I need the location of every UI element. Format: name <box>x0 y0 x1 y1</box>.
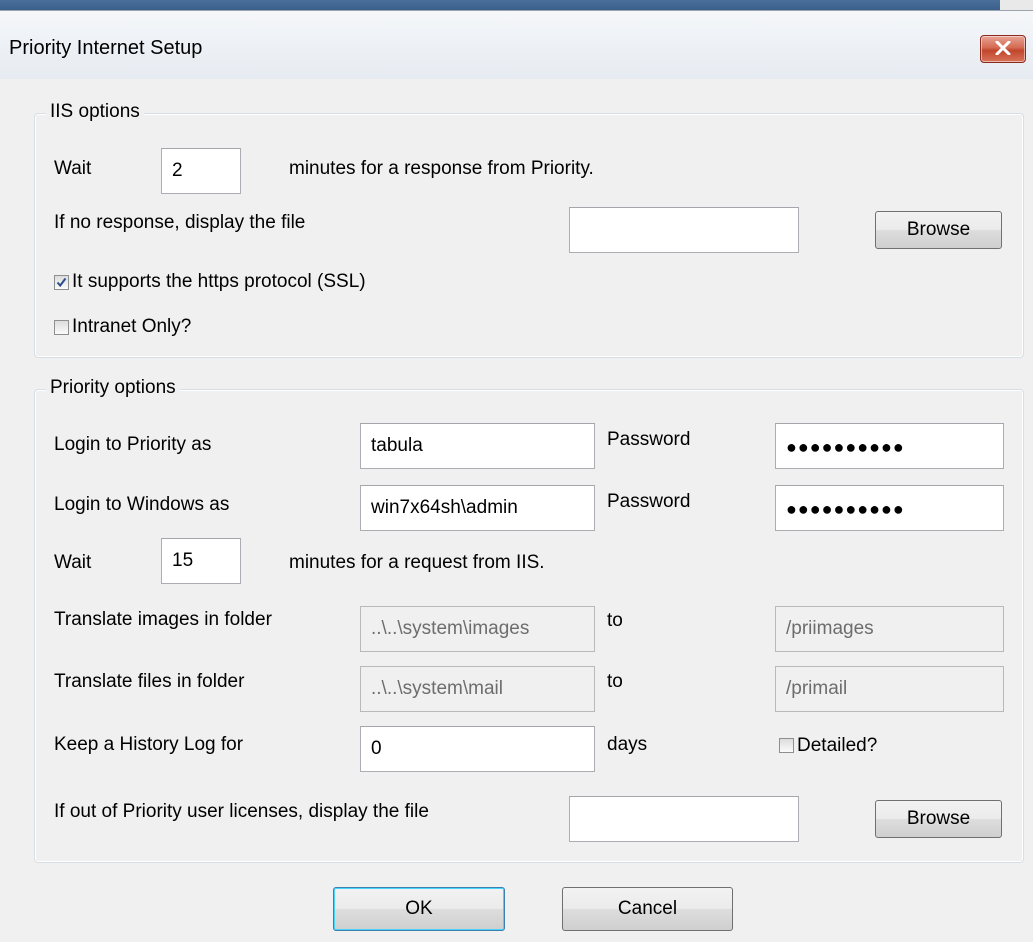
no-response-file-input[interactable] <box>569 207 799 253</box>
detailed-label: Detailed? <box>797 735 878 756</box>
history-label: Keep a History Log for <box>54 734 244 755</box>
password-label-1: Password <box>607 429 691 450</box>
top-strip <box>0 0 1033 11</box>
close-icon <box>995 41 1011 55</box>
iis-wait-input[interactable]: 2 <box>161 148 241 194</box>
login-priority-input[interactable]: tabula <box>360 423 595 469</box>
iis-browse-button[interactable]: Browse <box>875 211 1002 249</box>
title-bar: Priority Internet Setup <box>0 11 1033 79</box>
iis-options-legend: IIS options <box>46 101 144 123</box>
priority-wait-input[interactable]: 15 <box>161 538 241 584</box>
windows-password-input[interactable]: ●●●●●●●●●● <box>775 485 1004 531</box>
priority-wait-suffix: minutes for a request from IIS. <box>289 552 545 573</box>
intranet-label: Intranet Only? <box>72 316 192 337</box>
priority-password-input[interactable]: ●●●●●●●●●● <box>775 423 1004 469</box>
cancel-button[interactable]: Cancel <box>562 887 733 931</box>
no-response-label: If no response, display the file <box>54 212 306 233</box>
checkmark-icon <box>56 277 67 288</box>
images-to-input[interactable]: /priimages <box>775 606 1004 652</box>
close-button[interactable] <box>980 35 1026 63</box>
licenses-file-input[interactable] <box>569 796 799 842</box>
priority-browse-button[interactable]: Browse <box>875 800 1002 838</box>
login-priority-label: Login to Priority as <box>54 434 212 455</box>
images-from-input[interactable]: ..\..\system\images <box>360 606 595 652</box>
priority-wait-label: Wait <box>54 552 92 573</box>
https-checkbox[interactable] <box>54 275 69 290</box>
password-label-2: Password <box>607 491 691 512</box>
files-to-label: to <box>607 671 623 692</box>
files-label: Translate files in folder <box>54 671 245 692</box>
detailed-checkbox[interactable] <box>779 738 794 753</box>
days-label: days <box>607 734 648 755</box>
parent-window-bar <box>0 0 1000 10</box>
login-windows-label: Login to Windows as <box>54 494 230 515</box>
ok-button[interactable]: OK <box>333 887 505 931</box>
priority-options-legend: Priority options <box>46 377 180 399</box>
licenses-label: If out of Priority user licenses, displa… <box>54 801 429 822</box>
images-label: Translate images in folder <box>54 609 272 630</box>
iis-wait-suffix: minutes for a response from Priority. <box>289 158 594 179</box>
https-label: It supports the https protocol (SSL) <box>72 271 366 292</box>
images-to-label: to <box>607 610 623 631</box>
iis-wait-label: Wait <box>54 158 92 179</box>
files-to-input[interactable]: /primail <box>775 666 1004 712</box>
login-windows-input[interactable]: win7x64sh\admin <box>360 485 595 531</box>
history-days-input[interactable]: 0 <box>360 726 595 772</box>
intranet-checkbox[interactable] <box>54 320 69 335</box>
files-from-input[interactable]: ..\..\system\mail <box>360 666 595 712</box>
window-title: Priority Internet Setup <box>9 37 203 59</box>
